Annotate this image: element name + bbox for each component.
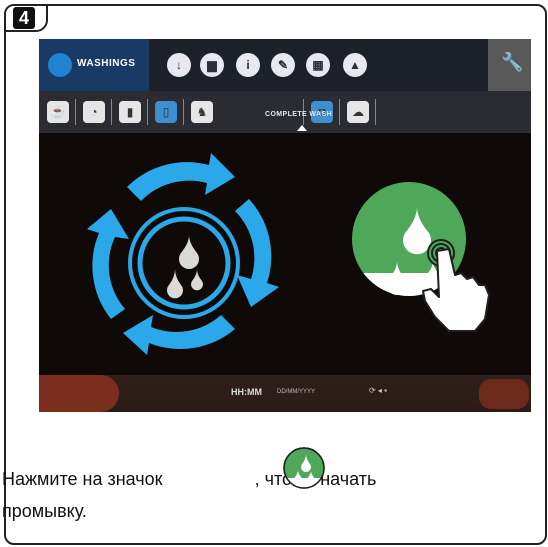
step-badge: 4 <box>6 6 48 32</box>
status-bar: HH:MM DD/MM/YYYY ⟳ ◂ ▪ <box>39 375 531 412</box>
info-icon[interactable]: i <box>236 53 260 77</box>
date-display: DD/MM/YYYY <box>277 389 316 395</box>
divider <box>111 99 112 125</box>
selection-indicator <box>297 125 307 131</box>
divider <box>375 99 376 125</box>
caption-before: Нажмите на значок <box>2 469 163 489</box>
complete-wash-label: COMPLETE WASH <box>265 111 333 118</box>
tab-washings[interactable]: WASHINGS <box>39 39 149 91</box>
home-button[interactable] <box>39 375 119 412</box>
divider <box>339 99 340 125</box>
settings-button[interactable]: 🔧 <box>488 39 531 91</box>
complete-wash-icon[interactable]: ♞ <box>191 101 213 123</box>
stack-icon[interactable]: ▲ <box>343 53 367 77</box>
milk-icon[interactable]: ▮ <box>119 101 141 123</box>
status-icons: ⟳ ◂ ▪ <box>369 386 387 395</box>
water-drop-icon <box>48 53 72 77</box>
wrench-icon: 🔧 <box>501 52 524 72</box>
calendar-icon[interactable]: ▦ <box>306 53 330 77</box>
divider <box>147 99 148 125</box>
time-display: HH:MM <box>231 387 262 397</box>
step-number: 4 <box>13 7 35 29</box>
start-wash-icon <box>283 447 325 489</box>
top-bar: WASHINGS ↓ ▆ i ✎ ▦ ▲ 🔧 <box>39 39 531 91</box>
descale-icon[interactable]: ☁ <box>347 101 369 123</box>
caption-line-2: промывку. <box>2 501 87 521</box>
start-wash-button[interactable] <box>339 169 509 339</box>
folder-icon[interactable]: ▆ <box>200 53 224 77</box>
edit-icon[interactable]: ✎ <box>271 53 295 77</box>
tab-washings-label: WASHINGS <box>77 58 136 69</box>
cup-icon[interactable]: ◔ <box>83 101 105 123</box>
instruction-card: 4 WASHINGS ↓ ▆ i ✎ ▦ ▲ 🔧 ☕ ◔ ▮ ▯ ♞ ◘ ☁ C… <box>4 4 547 545</box>
divider <box>183 99 184 125</box>
machine-screen: WASHINGS ↓ ▆ i ✎ ▦ ▲ 🔧 ☕ ◔ ▮ ▯ ♞ ◘ ☁ COM… <box>39 39 531 412</box>
divider <box>75 99 76 125</box>
next-button[interactable] <box>479 379 529 409</box>
glass-icon[interactable]: ▯ <box>155 101 177 123</box>
rinse-icon[interactable]: ☕ <box>47 101 69 123</box>
clock-icon[interactable]: ↓ <box>167 53 191 77</box>
